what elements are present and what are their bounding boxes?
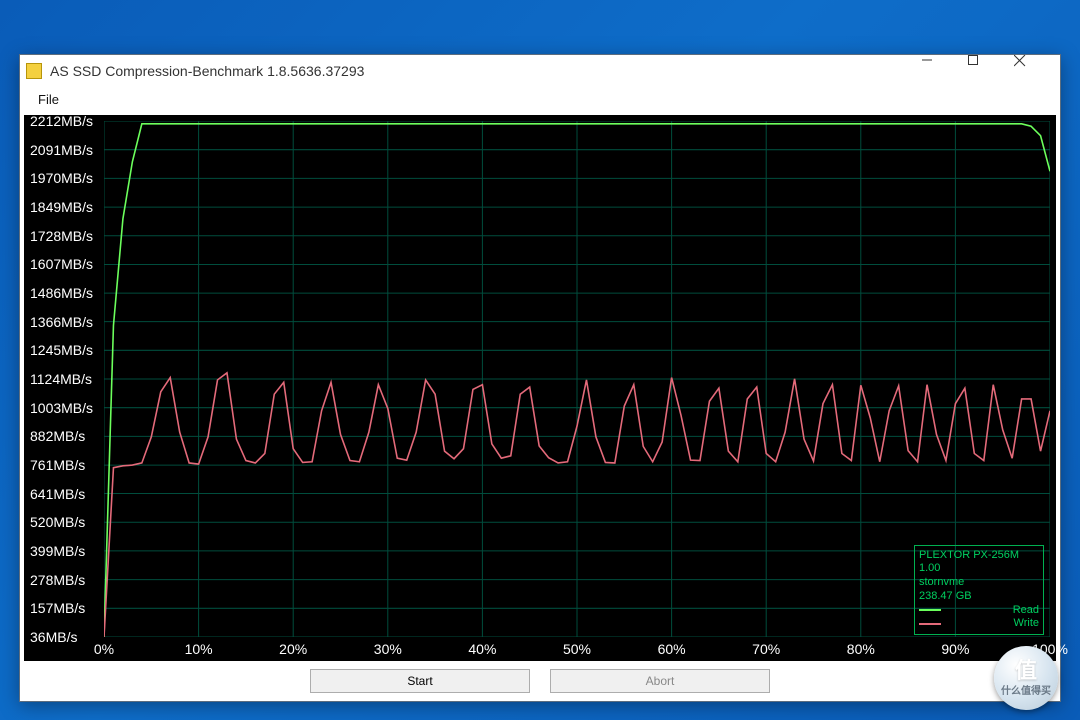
y-tick-label: 1728MB/s bbox=[30, 228, 93, 244]
legend-write-row: Write bbox=[919, 617, 1039, 631]
y-tick-label: 1366MB/s bbox=[30, 314, 93, 330]
legend-capacity: 238.47 GB bbox=[919, 590, 1039, 604]
x-axis-labels: 0%10%20%30%40%50%60%70%80%90%100% bbox=[104, 641, 1054, 659]
legend-device: PLEXTOR PX-256M bbox=[919, 549, 1039, 563]
y-tick-label: 1124MB/s bbox=[30, 371, 92, 387]
maximize-button[interactable] bbox=[968, 55, 1014, 87]
menu-file[interactable]: File bbox=[30, 90, 67, 109]
x-tick-label: 40% bbox=[468, 641, 496, 657]
y-tick-label: 1607MB/s bbox=[30, 256, 93, 272]
close-button[interactable] bbox=[1014, 55, 1060, 87]
watermark-badge: 值 什么值得买 bbox=[994, 646, 1058, 710]
minimize-icon bbox=[922, 55, 968, 87]
x-tick-label: 30% bbox=[374, 641, 402, 657]
x-tick-label: 10% bbox=[185, 641, 213, 657]
legend-box: PLEXTOR PX-256M 1.00 stornvme 238.47 GB … bbox=[914, 545, 1044, 636]
y-tick-label: 399MB/s bbox=[30, 543, 85, 559]
bottom-bar: Start Abort bbox=[20, 661, 1060, 701]
y-tick-label: 157MB/s bbox=[30, 600, 85, 616]
app-icon bbox=[26, 63, 42, 79]
y-tick-label: 1245MB/s bbox=[30, 342, 93, 358]
watermark-text: 什么值得买 bbox=[1001, 682, 1051, 697]
x-tick-label: 0% bbox=[94, 641, 114, 657]
x-tick-label: 20% bbox=[279, 641, 307, 657]
watermark-char: 值 bbox=[1015, 660, 1037, 682]
y-tick-label: 1486MB/s bbox=[30, 285, 93, 301]
x-tick-label: 90% bbox=[941, 641, 969, 657]
legend-write-label: Write bbox=[1014, 617, 1039, 631]
legend-driver: stornvme bbox=[919, 576, 1039, 590]
y-tick-label: 1970MB/s bbox=[30, 170, 93, 186]
chart-svg bbox=[104, 121, 1050, 637]
y-tick-label: 520MB/s bbox=[30, 514, 85, 530]
y-tick-label: 882MB/s bbox=[30, 428, 85, 444]
y-tick-label: 36MB/s bbox=[30, 629, 77, 645]
legend-read-label: Read bbox=[1013, 604, 1039, 618]
y-tick-label: 761MB/s bbox=[30, 457, 85, 473]
menubar: File bbox=[20, 87, 1060, 111]
y-tick-label: 2091MB/s bbox=[30, 142, 93, 158]
start-button[interactable]: Start bbox=[310, 669, 530, 693]
y-tick-label: 641MB/s bbox=[30, 486, 85, 502]
chart-area: 36MB/s 157MB/s 278MB/s 399MB/s 520MB/s 641MB/… bbox=[24, 115, 1056, 661]
y-tick-label: 278MB/s bbox=[30, 572, 85, 588]
y-axis-labels: 36MB/s 157MB/s 278MB/s 399MB/s 520MB/s 641MB/… bbox=[26, 115, 104, 661]
legend-read-row: Read bbox=[919, 604, 1039, 618]
y-tick-label: 2212MB/s bbox=[30, 113, 93, 129]
x-tick-label: 80% bbox=[847, 641, 875, 657]
legend-read-swatch bbox=[919, 609, 941, 611]
minimize-button[interactable] bbox=[922, 55, 968, 87]
y-tick-label: 1849MB/s bbox=[30, 199, 93, 215]
legend-write-swatch bbox=[919, 623, 941, 625]
window-title: AS SSD Compression-Benchmark 1.8.5636.37… bbox=[50, 63, 364, 79]
y-tick-label: 1003MB/s bbox=[30, 400, 93, 416]
maximize-icon bbox=[968, 55, 1014, 87]
window-controls bbox=[922, 55, 1060, 87]
x-tick-label: 50% bbox=[563, 641, 591, 657]
abort-button[interactable]: Abort bbox=[550, 669, 770, 693]
app-window: AS SSD Compression-Benchmark 1.8.5636.37… bbox=[19, 54, 1061, 702]
x-tick-label: 60% bbox=[658, 641, 686, 657]
titlebar[interactable]: AS SSD Compression-Benchmark 1.8.5636.37… bbox=[20, 55, 1060, 87]
plot-region: PLEXTOR PX-256M 1.00 stornvme 238.47 GB … bbox=[104, 121, 1050, 637]
legend-firmware: 1.00 bbox=[919, 562, 1039, 576]
x-tick-label: 70% bbox=[752, 641, 780, 657]
close-icon bbox=[1014, 55, 1060, 87]
